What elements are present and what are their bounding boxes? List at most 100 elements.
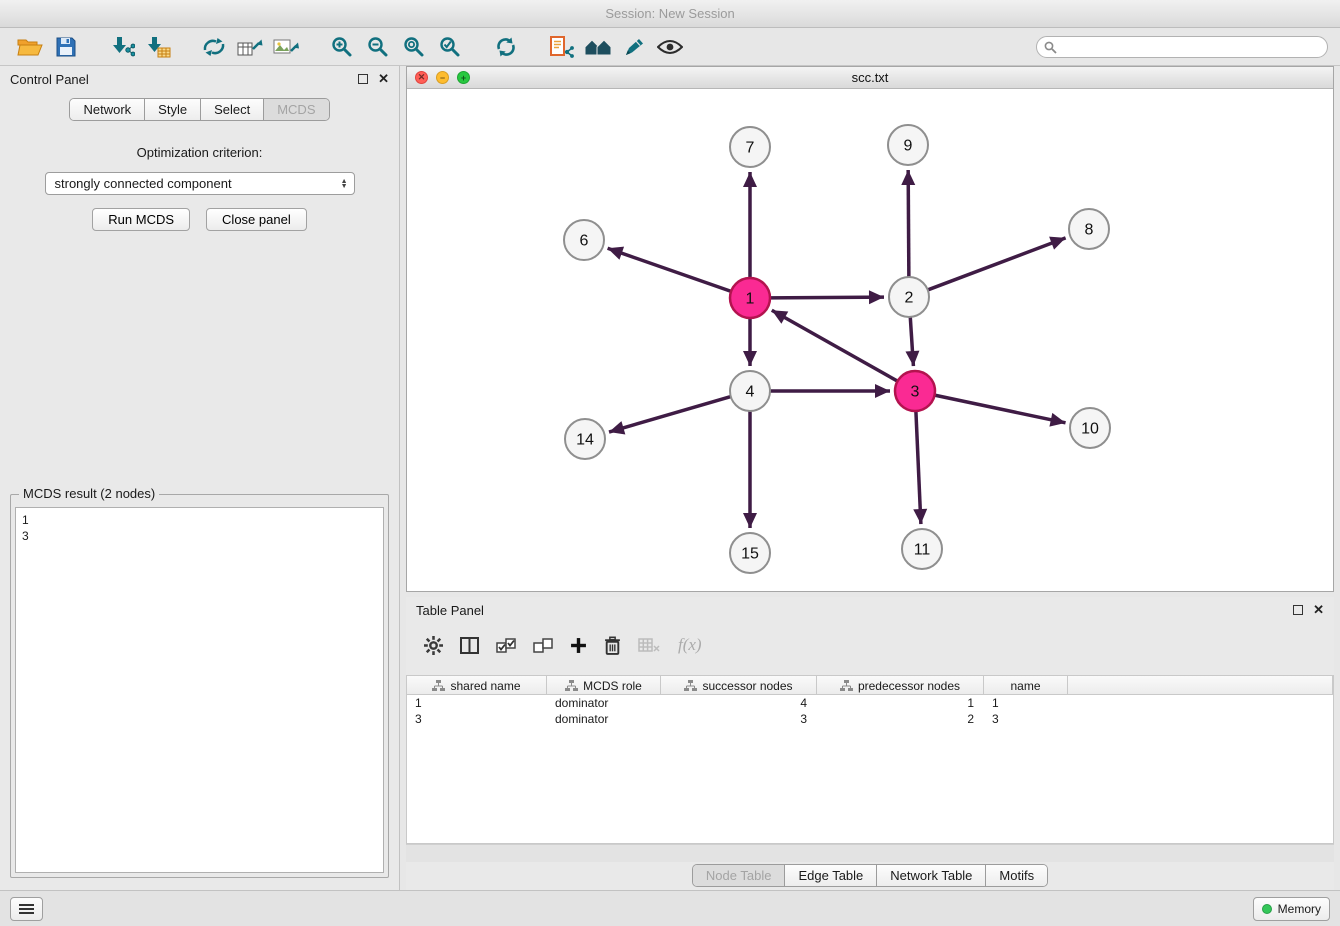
show-panels-button[interactable]: [10, 897, 43, 921]
column-type-icon: [565, 680, 578, 691]
close-table-panel-icon[interactable]: ✕: [1313, 605, 1324, 615]
function-builder-icon[interactable]: f(x): [678, 635, 702, 655]
first-neighbors-icon[interactable]: [580, 31, 616, 63]
network-graph-canvas[interactable]: 7968124310141511: [407, 89, 1333, 592]
network-window-titlebar[interactable]: scc.txt ✕ − +: [407, 67, 1333, 89]
search-input[interactable]: [1036, 36, 1328, 58]
export-image-icon[interactable]: [268, 31, 304, 63]
table-row[interactable]: 1 dominator 4 1 1: [407, 695, 1333, 711]
mcds-result-list[interactable]: 1 3: [15, 507, 384, 873]
network-view-window: scc.txt ✕ − + 7968124310141511: [406, 66, 1334, 592]
cell-name[interactable]: 3: [984, 711, 1068, 727]
column-type-icon: [432, 680, 445, 691]
tab-network[interactable]: Network: [70, 99, 145, 120]
annotation-mode-icon[interactable]: [616, 31, 652, 63]
import-network-icon[interactable]: [104, 31, 140, 63]
graph-node-label-14: 14: [576, 432, 594, 449]
show-hide-icon[interactable]: [652, 31, 688, 63]
optimization-criterion-label: Optimization criterion:: [0, 145, 399, 160]
select-all-icon[interactable]: [496, 638, 516, 653]
list-icon: [19, 903, 34, 915]
delete-column-icon[interactable]: [604, 636, 621, 655]
close-panel-icon[interactable]: ✕: [378, 74, 389, 84]
column-header-successor-nodes[interactable]: successor nodes: [661, 676, 817, 695]
zoom-out-icon[interactable]: [360, 31, 396, 63]
graph-node-label-3: 3: [911, 384, 920, 401]
cell-mcds-role[interactable]: dominator: [547, 711, 661, 727]
open-file-icon[interactable]: [12, 31, 48, 63]
memory-button[interactable]: Memory: [1253, 897, 1330, 921]
column-header-name[interactable]: name: [984, 676, 1068, 695]
copy-network-view-icon[interactable]: [544, 31, 580, 63]
settings-gear-icon[interactable]: [424, 636, 443, 655]
graph-edge-1-2[interactable]: [770, 297, 884, 298]
tab-select[interactable]: Select: [201, 99, 264, 120]
zoom-fit-icon[interactable]: [396, 31, 432, 63]
zoom-in-icon[interactable]: [324, 31, 360, 63]
graph-node-label-4: 4: [746, 384, 755, 401]
column-header-shared-name[interactable]: shared name: [407, 676, 547, 695]
memory-status-icon: [1262, 904, 1272, 914]
table-panel-title: Table Panel: [416, 603, 484, 618]
close-panel-button[interactable]: Close panel: [206, 208, 307, 231]
import-table-icon[interactable]: [140, 31, 176, 63]
tab-network-table[interactable]: Network Table: [877, 865, 986, 886]
graph-edge-3-11[interactable]: [916, 411, 921, 524]
refresh-icon[interactable]: [488, 31, 524, 63]
column-type-icon: [684, 680, 697, 691]
float-panel-icon[interactable]: [358, 74, 368, 84]
graph-node-label-1: 1: [746, 291, 755, 308]
column-layout-icon[interactable]: [460, 637, 479, 654]
memory-label: Memory: [1278, 902, 1321, 916]
column-label: name: [1010, 679, 1040, 693]
export-network-icon[interactable]: [232, 31, 268, 63]
cell-shared-name[interactable]: 3: [407, 711, 547, 727]
optimization-criterion-select[interactable]: strongly connected component ▲▼: [45, 172, 355, 195]
node-table: shared name MCDS role successor nodes pr…: [406, 675, 1334, 844]
tab-mcds[interactable]: MCDS: [264, 99, 328, 120]
app-titlebar: Session: New Session: [0, 0, 1340, 28]
table-row[interactable]: 3 dominator 3 2 3: [407, 711, 1333, 727]
tab-style[interactable]: Style: [145, 99, 201, 120]
window-close-icon[interactable]: ✕: [415, 71, 428, 84]
cell-successor-nodes[interactable]: 4: [661, 695, 817, 711]
zoom-selected-icon[interactable]: [432, 31, 468, 63]
search-icon: [1044, 41, 1057, 54]
delete-table-icon[interactable]: [638, 638, 661, 653]
status-bar: Memory: [0, 890, 1340, 926]
graph-edge-2-8[interactable]: [928, 238, 1066, 290]
graph-edge-2-9[interactable]: [908, 170, 909, 277]
cell-predecessor-nodes[interactable]: 2: [817, 711, 984, 727]
graph-edge-3-1[interactable]: [772, 310, 898, 381]
cell-successor-nodes[interactable]: 3: [661, 711, 817, 727]
graph-edge-4-14[interactable]: [609, 397, 731, 432]
graph-edge-2-3[interactable]: [910, 317, 913, 366]
graph-edge-1-6[interactable]: [608, 248, 732, 291]
cell-shared-name[interactable]: 1: [407, 695, 547, 711]
window-minimize-icon[interactable]: −: [436, 71, 449, 84]
cell-mcds-role[interactable]: dominator: [547, 695, 661, 711]
network-merge-icon[interactable]: [196, 31, 232, 63]
control-panel-title: Control Panel: [10, 72, 89, 87]
table-tabs: Node Table Edge Table Network Table Moti…: [406, 864, 1334, 887]
add-column-icon[interactable]: [570, 637, 587, 654]
column-header-predecessor-nodes[interactable]: predecessor nodes: [817, 676, 984, 695]
column-header-mcds-role[interactable]: MCDS role: [547, 676, 661, 695]
graph-node-label-7: 7: [746, 140, 755, 157]
tab-motifs[interactable]: Motifs: [986, 865, 1047, 886]
graph-node-label-2: 2: [905, 290, 914, 307]
graph-edge-3-10[interactable]: [935, 395, 1066, 423]
run-mcds-button[interactable]: Run MCDS: [92, 208, 190, 231]
window-zoom-icon[interactable]: +: [457, 71, 470, 84]
tab-node-table[interactable]: Node Table: [693, 865, 786, 886]
control-panel: Control Panel ✕ Network Style Select MCD…: [0, 66, 400, 890]
mcds-result-line: 3: [22, 528, 377, 544]
cell-name[interactable]: 1: [984, 695, 1068, 711]
cell-predecessor-nodes[interactable]: 1: [817, 695, 984, 711]
save-session-icon[interactable]: [48, 31, 84, 63]
table-panel-header: Table Panel ✕: [406, 597, 1334, 623]
table-horizontal-scrollbar[interactable]: [406, 844, 1334, 862]
deselect-all-icon[interactable]: [533, 638, 553, 653]
float-table-panel-icon[interactable]: [1293, 605, 1303, 615]
tab-edge-table[interactable]: Edge Table: [785, 865, 877, 886]
